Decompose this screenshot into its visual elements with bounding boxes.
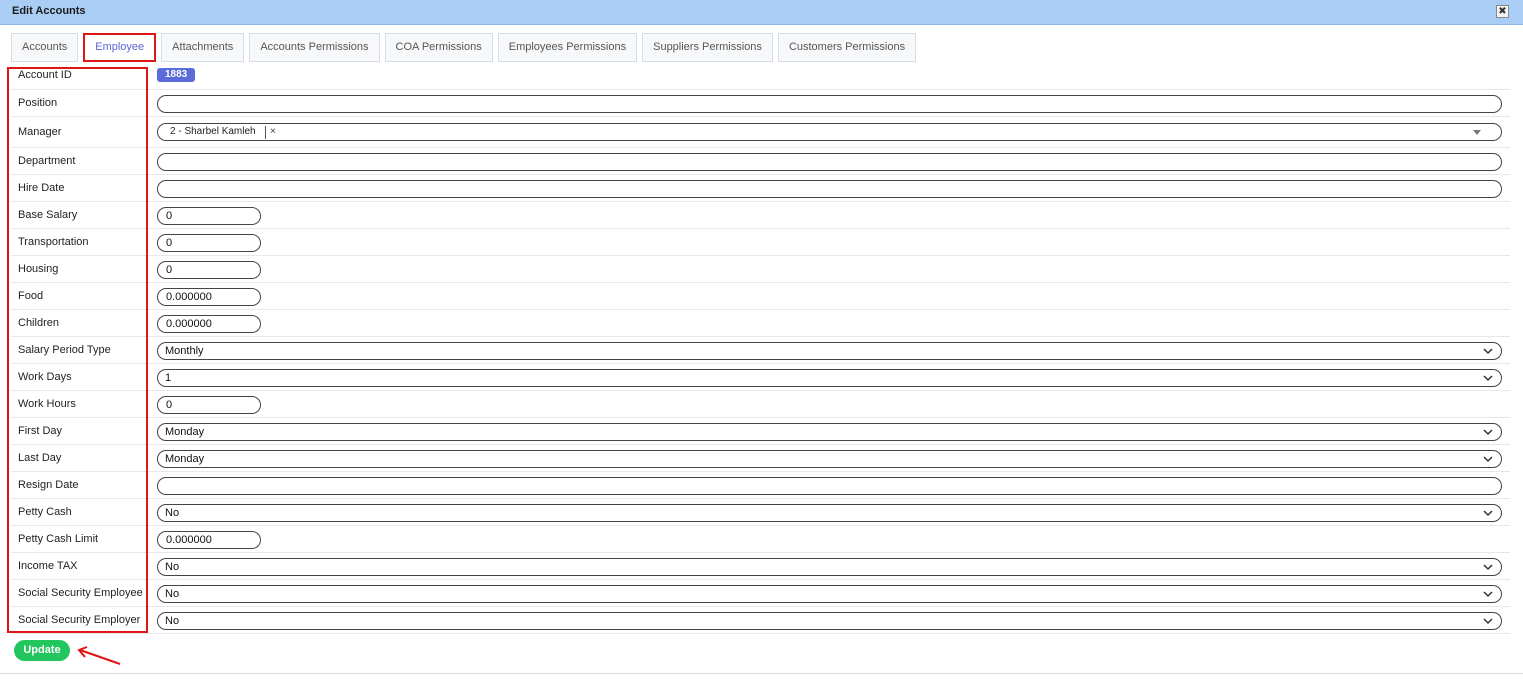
housing-label: Housing <box>18 263 59 275</box>
department-input[interactable] <box>157 153 1502 171</box>
form-row-position: Position <box>11 90 1510 117</box>
first-day-value: Monday <box>165 426 205 438</box>
tab-customers-permissions[interactable]: Customers Permissions <box>777 33 917 62</box>
petty-cash-limit-input[interactable]: 0.000000 <box>157 531 261 549</box>
tab-coa-permissions[interactable]: COA Permissions <box>384 33 493 62</box>
department-label: Department <box>18 155 76 167</box>
work-days-value: 1 <box>165 372 172 384</box>
tab-employee[interactable]: Employee <box>83 33 157 62</box>
resign-date-input[interactable] <box>157 477 1502 495</box>
tab-suppliers-permissions[interactable]: Suppliers Permissions <box>642 33 773 62</box>
children-input[interactable]: 0.000000 <box>157 315 261 333</box>
children-label: Children <box>18 317 59 329</box>
base-salary-label: Base Salary <box>18 209 78 221</box>
social-security-employer-select[interactable]: No <box>157 612 1502 630</box>
form-row-work-days: Work Days 1 <box>11 364 1510 391</box>
bottom-divider <box>0 673 1523 674</box>
position-input[interactable] <box>157 95 1502 113</box>
form-row-children: Children 0.000000 <box>11 310 1510 337</box>
last-day-label: Last Day <box>18 452 62 464</box>
income-tax-value: No <box>165 561 180 573</box>
form-row-hire-date: Hire Date <box>11 175 1510 202</box>
chevron-down-icon <box>1483 456 1493 463</box>
position-label: Position <box>18 97 58 109</box>
form-row-account-id: Account ID 1883 <box>11 63 1510 90</box>
form-row-base-salary: Base Salary 0 <box>11 202 1510 229</box>
last-day-select[interactable]: Monday <box>157 450 1502 468</box>
form-row-income-tax: Income TAX No <box>11 553 1510 580</box>
close-icon[interactable]: ✖ <box>1496 5 1509 18</box>
social-security-employee-value: No <box>165 588 180 600</box>
employee-form: Account ID 1883 Position Manager 2 - Sha… <box>11 63 1510 634</box>
chevron-down-icon <box>1483 510 1493 517</box>
social-security-employer-value: No <box>165 615 180 627</box>
salary-period-type-select[interactable]: Monthly <box>157 342 1502 360</box>
form-row-housing: Housing 0 <box>11 256 1510 283</box>
last-day-value: Monday <box>165 453 205 465</box>
window-titlebar: Edit Accounts ✖ <box>0 0 1523 25</box>
manager-tag: 2 - Sharbel Kamleh <box>170 126 256 137</box>
hire-date-input[interactable] <box>157 180 1502 198</box>
social-security-employee-select[interactable]: No <box>157 585 1502 603</box>
work-hours-input[interactable]: 0 <box>157 396 261 414</box>
account-id-label: Account ID <box>18 69 72 81</box>
form-row-petty-cash: Petty Cash No <box>11 499 1510 526</box>
form-row-salary-period-type: Salary Period Type Monthly <box>11 337 1510 364</box>
income-tax-select[interactable]: No <box>157 558 1502 576</box>
remove-tag-icon[interactable]: × <box>270 125 276 139</box>
form-row-work-hours: Work Hours 0 <box>11 391 1510 418</box>
first-day-select[interactable]: Monday <box>157 423 1502 441</box>
form-row-petty-cash-limit: Petty Cash Limit 0.000000 <box>11 526 1510 553</box>
hire-date-label: Hire Date <box>18 182 65 194</box>
tag-separator <box>265 126 266 139</box>
petty-cash-value: No <box>165 507 180 519</box>
petty-cash-label: Petty Cash <box>18 506 72 518</box>
form-row-last-day: Last Day Monday <box>11 445 1510 472</box>
income-tax-label: Income TAX <box>18 560 78 572</box>
chevron-down-icon <box>1483 564 1493 571</box>
work-days-label: Work Days <box>18 371 72 383</box>
chevron-down-icon <box>1483 429 1493 436</box>
dropdown-caret-icon[interactable] <box>1473 130 1481 135</box>
tab-employees-permissions[interactable]: Employees Permissions <box>497 33 638 62</box>
base-salary-input[interactable]: 0 <box>157 207 261 225</box>
transportation-input[interactable]: 0 <box>157 234 261 252</box>
account-id-badge: 1883 <box>157 68 196 82</box>
form-row-first-day: First Day Monday <box>11 418 1510 445</box>
window-title: Edit Accounts <box>12 5 86 17</box>
chevron-down-icon <box>1483 591 1493 598</box>
update-button[interactable]: Update <box>14 640 70 661</box>
form-row-food: Food 0.000000 <box>11 283 1510 310</box>
transportation-label: Transportation <box>18 236 89 248</box>
annotation-arrow-icon <box>77 646 121 665</box>
manager-label: Manager <box>18 126 62 138</box>
form-row-transportation: Transportation 0 <box>11 229 1510 256</box>
salary-period-type-label: Salary Period Type <box>18 344 111 356</box>
social-security-employee-label: Social Security Employee <box>18 587 143 599</box>
manager-select[interactable]: 2 - Sharbel Kamleh × <box>157 123 1502 141</box>
chevron-down-icon <box>1483 618 1493 625</box>
form-row-manager: Manager 2 - Sharbel Kamleh × <box>11 117 1510 148</box>
chevron-down-icon <box>1483 348 1493 355</box>
petty-cash-select[interactable]: No <box>157 504 1502 522</box>
form-row-resign-date: Resign Date <box>11 472 1510 499</box>
food-label: Food <box>18 290 44 302</box>
form-row-department: Department <box>11 148 1510 175</box>
resign-date-label: Resign Date <box>18 479 79 491</box>
salary-period-type-value: Monthly <box>165 345 204 357</box>
first-day-label: First Day <box>18 425 62 437</box>
tab-accounts[interactable]: Accounts <box>11 33 79 62</box>
social-security-employer-label: Social Security Employer <box>18 614 141 626</box>
petty-cash-limit-label: Petty Cash Limit <box>18 533 99 545</box>
tab-bar: Accounts Employee Attachments Accounts P… <box>11 33 921 62</box>
work-days-select[interactable]: 1 <box>157 369 1502 387</box>
work-hours-label: Work Hours <box>18 398 76 410</box>
chevron-down-icon <box>1483 375 1493 382</box>
tab-attachments[interactable]: Attachments <box>161 33 245 62</box>
form-row-social-security-employee: Social Security Employee No <box>11 580 1510 607</box>
form-row-social-security-employer: Social Security Employer No <box>11 607 1510 634</box>
housing-input[interactable]: 0 <box>157 261 261 279</box>
food-input[interactable]: 0.000000 <box>157 288 261 306</box>
tab-accounts-permissions[interactable]: Accounts Permissions <box>249 33 380 62</box>
